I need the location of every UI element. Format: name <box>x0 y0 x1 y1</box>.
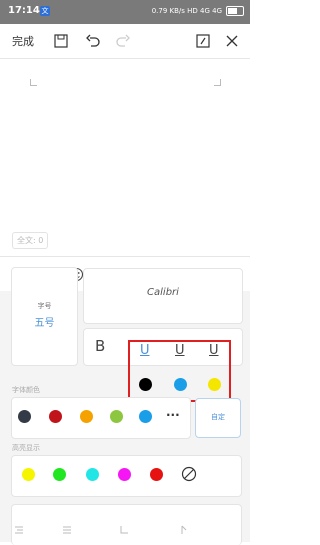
font-color-custom-button[interactable]: 自定 <box>195 398 241 438</box>
font-color-dark[interactable] <box>18 410 31 423</box>
edit-icon[interactable] <box>193 31 213 51</box>
font-size-selector[interactable]: 字号 五号 <box>11 267 78 366</box>
highlight-color-yellow[interactable] <box>22 468 35 481</box>
font-color-green[interactable] <box>110 410 123 423</box>
highlight-color-cyan[interactable] <box>86 468 99 481</box>
spacing-icon[interactable] <box>180 520 190 539</box>
align-icon[interactable] <box>62 520 72 539</box>
annotation-highlight-frame <box>128 340 231 402</box>
indent-icon[interactable] <box>14 520 24 539</box>
font-color-row <box>11 397 191 439</box>
font-family-selector[interactable]: Calibri <box>83 268 243 324</box>
word-count: 全文: 0 <box>12 232 49 249</box>
font-size-label: 字号 <box>37 302 52 310</box>
font-color-custom-label: 自定 <box>211 413 225 421</box>
font-family-value: Calibri <box>147 287 179 298</box>
document-editor[interactable] <box>0 59 250 255</box>
top-toolbar: 完成 <box>0 24 250 58</box>
close-icon[interactable] <box>222 31 242 51</box>
highlight-label: 高亮显示 <box>12 444 40 452</box>
undo-icon[interactable] <box>83 31 103 51</box>
battery-icon <box>226 6 244 16</box>
font-color-label: 字体颜色 <box>12 386 40 394</box>
status-bar: 17:14 文 0.79 KB/s HD 4G 4G <box>0 0 250 24</box>
status-time: 17:14 <box>8 5 40 16</box>
highlight-color-magenta[interactable] <box>118 468 131 481</box>
redo-icon[interactable] <box>113 31 133 51</box>
highlight-color-green[interactable] <box>53 468 66 481</box>
font-color-orange[interactable] <box>80 410 93 423</box>
font-color-more-button[interactable]: ··· <box>166 408 180 422</box>
margin-marker-left <box>30 79 37 86</box>
done-button[interactable]: 完成 <box>12 33 34 49</box>
notification-icon: 文 <box>40 6 50 16</box>
status-indicators: 0.79 KB/s HD 4G 4G <box>152 6 244 16</box>
font-color-blue[interactable] <box>139 410 152 423</box>
font-size-value: 五号 <box>34 318 55 329</box>
margin-marker-right <box>214 79 221 86</box>
highlight-color-red[interactable] <box>150 468 163 481</box>
save-icon[interactable] <box>51 31 71 51</box>
bold-button[interactable]: B <box>95 337 105 355</box>
list-icon[interactable] <box>120 520 130 539</box>
no-highlight-icon[interactable] <box>181 466 197 486</box>
status-right-text: 0.79 KB/s HD 4G 4G <box>151 7 222 15</box>
font-color-red[interactable] <box>49 410 62 423</box>
